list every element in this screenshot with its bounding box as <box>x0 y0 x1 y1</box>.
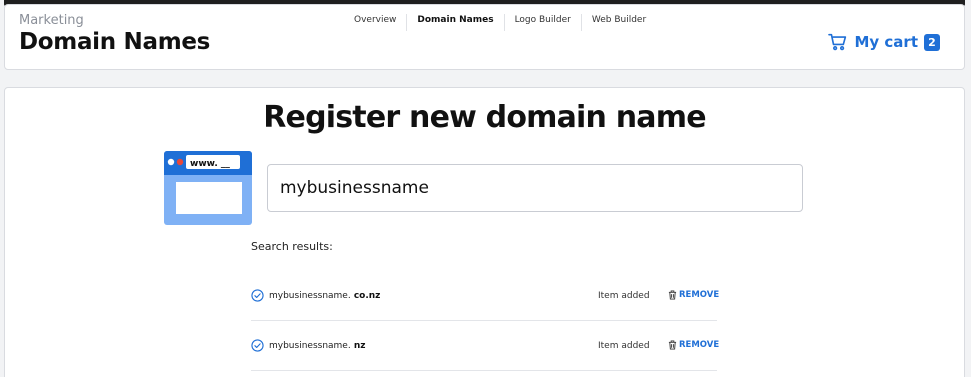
result-status: Item added <box>598 341 650 351</box>
register-heading: Register new domain name <box>263 100 706 135</box>
cart-count-badge: 2 <box>924 33 940 51</box>
result-row: mybusinessname. nz Item added REMOVE <box>251 321 719 371</box>
cart-button[interactable]: My cart 2 <box>828 33 940 51</box>
domain-search-input[interactable] <box>267 164 803 212</box>
url-text: www. __ <box>190 159 230 169</box>
trash-icon <box>668 290 677 300</box>
remove-button[interactable]: REMOVE <box>668 290 719 300</box>
remove-label: REMOVE <box>679 340 720 350</box>
nav-domain-names[interactable]: Domain Names <box>406 14 503 31</box>
page-title: Domain Names <box>19 29 211 55</box>
check-circle-icon <box>251 339 264 352</box>
search-results-list: mybusinessname. co.nz Item added REMOVE … <box>251 271 719 371</box>
result-status: Item added <box>598 291 650 301</box>
shopping-cart-icon <box>828 33 847 51</box>
remove-button[interactable]: REMOVE <box>668 340 719 350</box>
register-card: Register new domain name www. __ Search … <box>4 87 965 377</box>
remove-label: REMOVE <box>679 290 720 300</box>
domain-base: mybusinessname. <box>269 341 351 351</box>
result-domain: mybusinessname. co.nz <box>269 291 380 301</box>
domain-tld: co.nz <box>350 291 381 301</box>
page-header: Marketing Domain Names Overview Domain N… <box>4 4 965 70</box>
check-circle-icon <box>251 289 264 302</box>
nav-web-builder[interactable]: Web Builder <box>580 14 656 31</box>
domain-tld: nz <box>350 341 366 351</box>
domain-base: mybusinessname. <box>269 291 351 301</box>
search-results-label: Search results: <box>251 240 333 253</box>
top-nav: Overview Domain Names Logo Builder Web B… <box>344 14 656 31</box>
section-label: Marketing <box>19 13 84 28</box>
nav-overview[interactable]: Overview <box>344 14 406 31</box>
browser-window-illustration: www. __ <box>164 151 252 225</box>
result-domain: mybusinessname. nz <box>269 341 365 351</box>
trash-icon <box>668 340 677 350</box>
nav-logo-builder[interactable]: Logo Builder <box>503 14 581 31</box>
result-row: mybusinessname. co.nz Item added REMOVE <box>251 271 719 321</box>
cart-label: My cart <box>854 33 918 51</box>
